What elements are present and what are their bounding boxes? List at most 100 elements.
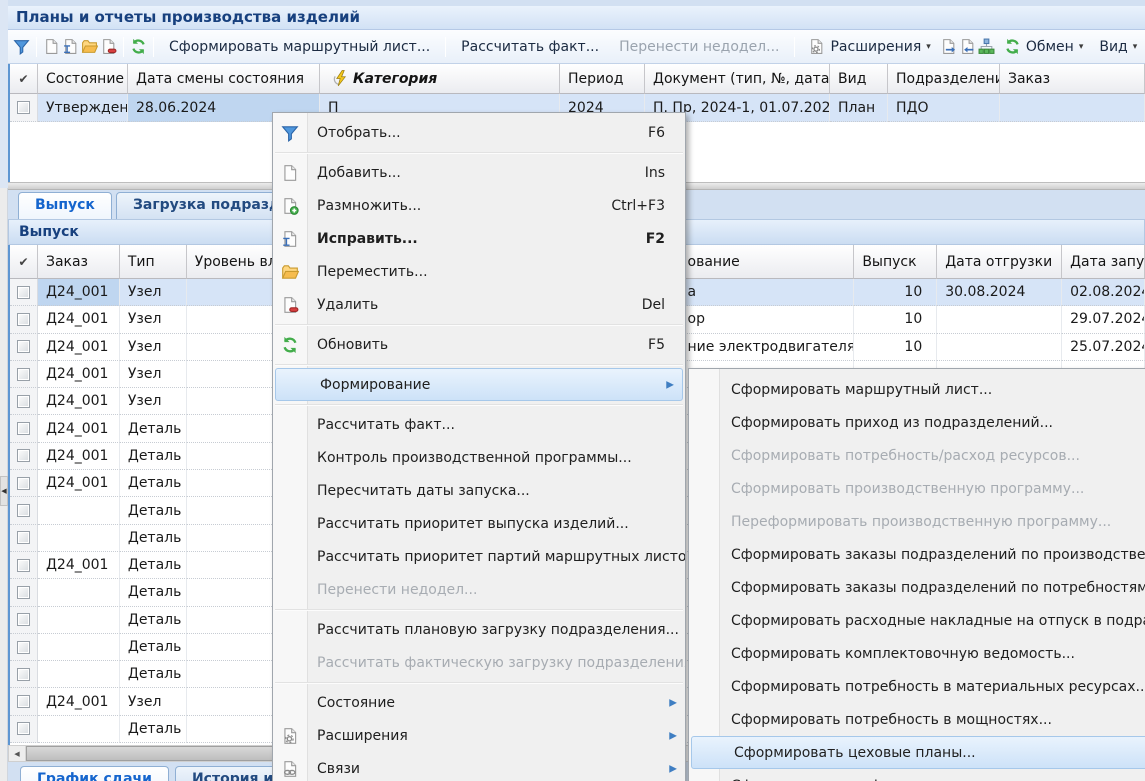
collapse-left-icon[interactable]: ◀ [0,476,8,506]
checkbox[interactable] [17,477,30,490]
refresh-button[interactable] [130,35,147,59]
menu-item[interactable]: Сформировать маршрутный лист... [689,373,1145,406]
menu-item[interactable]: Сформировать расходные накладные на отпу… [689,604,1145,637]
delete-button[interactable] [100,35,117,59]
checkbox[interactable] [17,368,30,381]
menu-item[interactable]: Сформировать комплектовочную ведомость..… [689,637,1145,670]
tab-zagruzka[interactable]: Загрузка подразделен [116,192,298,219]
checkbox[interactable] [17,340,30,353]
column-header[interactable]: Тип [120,245,187,279]
checkbox[interactable] [17,395,30,408]
menu-item[interactable]: ОбновитьF5 [273,328,685,361]
calculate-fact-button[interactable]: Рассчитать факт... [451,35,609,59]
scroll-left-icon[interactable]: ◀ [9,746,26,761]
row-checkbox[interactable] [10,552,38,579]
row-checkbox[interactable] [10,361,38,388]
column-header[interactable]: Вид [830,64,888,94]
menu-item[interactable]: Сформировать потребность в материальных … [689,670,1145,703]
menu-item[interactable]: Расширения▶ [273,719,685,752]
menu-item[interactable]: Контроль производственной программы... [273,441,685,474]
menu-item[interactable]: Рассчитать факт... [273,408,685,441]
export-button[interactable] [940,35,957,59]
checkbox[interactable] [17,668,30,681]
checkbox[interactable] [17,101,30,114]
filter-button[interactable] [13,35,30,59]
row-checkbox[interactable] [10,470,38,497]
column-header[interactable]: Документ (тип, №, дата) [645,64,830,94]
column-header[interactable]: Дата отгрузки [937,245,1062,279]
column-header[interactable]: Выпуск [854,245,937,279]
select-all-header[interactable]: ✔ [10,64,38,94]
column-header[interactable]: Состояние [38,64,128,94]
row-checkbox[interactable] [10,688,38,715]
create-route-sheet-button[interactable]: Сформировать маршрутный лист... [159,35,440,59]
exchange-dropdown[interactable]: Обмен ▾ [996,35,1092,59]
checkbox[interactable] [17,586,30,599]
row-checkbox[interactable] [10,634,38,661]
menu-item[interactable]: УдалитьDel [273,288,685,321]
select-all-header[interactable]: ✔ [10,245,38,279]
column-header[interactable]: Дата запус [1062,245,1145,279]
menu-item[interactable]: Рассчитать плановую загрузку подразделен… [273,613,685,646]
checkbox[interactable] [17,531,30,544]
menu-item[interactable]: Сформировать заказы подразделений по пот… [689,571,1145,604]
menu-item[interactable]: Отобрать...F6 [273,116,685,149]
edit-button[interactable] [62,35,79,59]
tab-vypusk[interactable]: Выпуск [18,192,112,219]
row-checkbox[interactable] [10,415,38,442]
row-checkbox[interactable] [10,607,38,634]
tab-grafik-sdachi[interactable]: График сдачи [20,766,169,781]
column-header[interactable]: Категория [320,64,560,94]
menu-item[interactable]: Состояние▶ [273,686,685,719]
menu-item[interactable]: Рассчитать приоритет партий маршрутных л… [273,540,685,573]
checkbox[interactable] [17,313,30,326]
menu-item[interactable]: Сформировать цеховые планы... [691,736,1145,769]
checkbox[interactable] [17,722,30,735]
column-header[interactable]: Заказ [38,245,120,279]
menu-item[interactable]: Исправить...F2 [273,222,685,255]
row-checkbox[interactable] [10,716,38,743]
structure-button[interactable] [978,35,995,59]
refresh-icon [130,38,147,55]
menu-shortcut: Ctrl+F3 [611,198,679,214]
row-checkbox[interactable] [10,334,38,361]
menu-item[interactable]: Сформировать потребность в мощностях... [689,703,1145,736]
column-header[interactable]: Подразделения [888,64,1000,94]
menu-item[interactable]: Формирование▶ [275,368,683,401]
checkbox[interactable] [17,613,30,626]
checkbox[interactable] [17,422,30,435]
row-checkbox[interactable] [10,443,38,470]
checkbox[interactable] [17,641,30,654]
row-checkbox[interactable] [10,579,38,606]
menu-item[interactable]: Рассчитать приоритет выпуска изделий... [273,507,685,540]
checkbox[interactable] [17,559,30,572]
menu-item[interactable]: Сформировать график сдачи... [689,769,1145,781]
extensions-dropdown[interactable]: Расширения ▾ [800,35,938,59]
row-checkbox[interactable] [10,497,38,524]
row-checkbox[interactable] [10,279,38,306]
cell-order [38,634,120,661]
menu-item[interactable]: Добавить...Ins [273,156,685,189]
row-checkbox[interactable] [10,661,38,688]
menu-item[interactable]: Пересчитать даты запуска... [273,474,685,507]
checkbox[interactable] [17,695,30,708]
column-header[interactable]: Заказ [1000,64,1145,94]
view-dropdown[interactable]: Вид ▾ [1091,35,1145,59]
move-button[interactable] [81,35,98,59]
menu-item[interactable]: Сформировать приход из подразделений... [689,406,1145,439]
row-checkbox[interactable] [10,306,38,333]
menu-item[interactable]: Сформировать заказы подразделений по про… [689,538,1145,571]
checkbox[interactable] [17,504,30,517]
row-checkbox[interactable] [10,388,38,415]
checkbox[interactable] [17,449,30,462]
row-checkbox[interactable] [10,525,38,552]
row-checkbox[interactable] [10,94,38,122]
menu-item[interactable]: Связи▶ [273,752,685,781]
column-header[interactable]: Дата смены состояния [128,64,320,94]
column-header[interactable]: Период [560,64,645,94]
checkbox[interactable] [17,286,30,299]
add-button[interactable] [43,35,60,59]
menu-item[interactable]: Размножить...Ctrl+F3 [273,189,685,222]
import-button[interactable] [959,35,976,59]
menu-item[interactable]: Переместить... [273,255,685,288]
